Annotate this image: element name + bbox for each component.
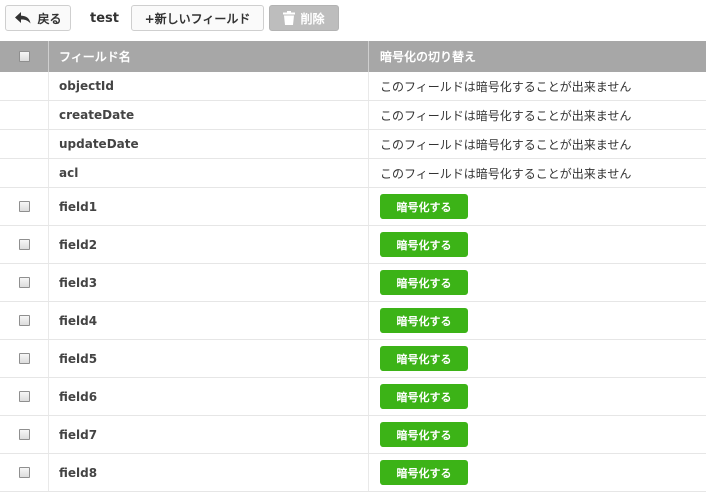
table-row: updateDate このフィールドは暗号化することが出来ません <box>0 130 706 159</box>
encryption-cell: 暗号化する <box>369 264 706 301</box>
table-row: field6 暗号化する <box>0 378 706 416</box>
encryption-cell: 暗号化する <box>369 188 706 225</box>
row-checkbox[interactable] <box>18 277 30 288</box>
field-name: field7 <box>59 427 98 442</box>
field-name: createDate <box>59 108 135 122</box>
table-row: field8 暗号化する <box>0 454 706 492</box>
encryption-cell: 暗号化する <box>369 454 706 491</box>
encryption-note: このフィールドは暗号化することが出来ません <box>380 108 632 123</box>
encryption-cell: 暗号化する <box>369 340 706 377</box>
delete-button[interactable]: 削除 <box>269 5 339 31</box>
toolbar: 戻る test +新しいフィールド 削除 <box>0 0 706 40</box>
row-checkbox[interactable] <box>18 239 30 250</box>
table-row: field1 暗号化する <box>0 188 706 226</box>
header-select-cell <box>0 41 48 72</box>
encrypt-button[interactable]: 暗号化する <box>380 422 468 447</box>
table-row: field4 暗号化する <box>0 302 706 340</box>
row-checkbox[interactable] <box>18 391 30 402</box>
header-encryption-toggle: 暗号化の切り替え <box>380 50 477 64</box>
select-cell <box>0 130 48 158</box>
back-button[interactable]: 戻る <box>5 5 71 31</box>
table-row: createDate このフィールドは暗号化することが出来ません <box>0 101 706 130</box>
field-name: field1 <box>59 199 98 214</box>
table-row: field7 暗号化する <box>0 416 706 454</box>
field-name: field8 <box>59 465 98 480</box>
new-field-button[interactable]: +新しいフィールド <box>131 5 264 31</box>
row-checkbox[interactable] <box>18 429 30 440</box>
table-row: objectId このフィールドは暗号化することが出来ません <box>0 72 706 101</box>
field-name: updateDate <box>59 137 139 151</box>
encryption-note: このフィールドは暗号化することが出来ません <box>380 166 632 181</box>
select-cell <box>0 72 48 100</box>
encryption-cell: 暗号化する <box>369 416 706 453</box>
select-cell <box>0 101 48 129</box>
select-cell <box>0 159 48 187</box>
select-cell <box>0 454 48 491</box>
encryption-cell: 暗号化する <box>369 378 706 415</box>
encrypt-button[interactable]: 暗号化する <box>380 384 468 409</box>
field-name: objectId <box>59 79 114 93</box>
field-name: field5 <box>59 351 98 366</box>
row-checkbox[interactable] <box>18 201 30 212</box>
encrypt-button[interactable]: 暗号化する <box>380 460 468 485</box>
table-row: field5 暗号化する <box>0 340 706 378</box>
select-cell <box>0 302 48 339</box>
select-all-checkbox[interactable] <box>18 51 30 62</box>
row-checkbox[interactable] <box>18 467 30 478</box>
field-name: field3 <box>59 275 98 290</box>
select-cell <box>0 416 48 453</box>
back-button-label: 戻る <box>37 11 62 26</box>
field-name: field4 <box>59 313 98 328</box>
field-name: acl <box>59 166 79 180</box>
encryption-note: このフィールドは暗号化することが出来ません <box>380 79 632 94</box>
delete-button-label: 削除 <box>300 11 325 26</box>
reply-arrow-icon <box>15 12 31 24</box>
encryption-cell: 暗号化する <box>369 226 706 263</box>
select-cell <box>0 226 48 263</box>
table-row: acl このフィールドは暗号化することが出来ません <box>0 159 706 188</box>
encrypt-button[interactable]: 暗号化する <box>380 232 468 257</box>
table-row: field2 暗号化する <box>0 226 706 264</box>
field-name: field6 <box>59 389 98 404</box>
fields-table: フィールド名 暗号化の切り替え objectId このフィールドは暗号化することが… <box>0 41 706 492</box>
field-name: field2 <box>59 237 98 252</box>
trash-icon <box>283 11 296 25</box>
encrypt-button[interactable]: 暗号化する <box>380 270 468 295</box>
select-cell <box>0 264 48 301</box>
row-checkbox[interactable] <box>18 353 30 364</box>
row-checkbox[interactable] <box>18 315 30 326</box>
encrypt-button[interactable]: 暗号化する <box>380 346 468 371</box>
select-cell <box>0 340 48 377</box>
table-header: フィールド名 暗号化の切り替え <box>0 41 706 72</box>
select-cell <box>0 378 48 415</box>
table-body: objectId このフィールドは暗号化することが出来ません createDate こ… <box>0 72 706 492</box>
encryption-note: このフィールドは暗号化することが出来ません <box>380 137 632 152</box>
encryption-cell: 暗号化する <box>369 302 706 339</box>
header-field-name: フィールド名 <box>59 50 131 64</box>
encrypt-button[interactable]: 暗号化する <box>380 308 468 333</box>
encrypt-button[interactable]: 暗号化する <box>380 194 468 219</box>
table-row: field3 暗号化する <box>0 264 706 302</box>
select-cell <box>0 188 48 225</box>
collection-title: test <box>90 11 119 26</box>
